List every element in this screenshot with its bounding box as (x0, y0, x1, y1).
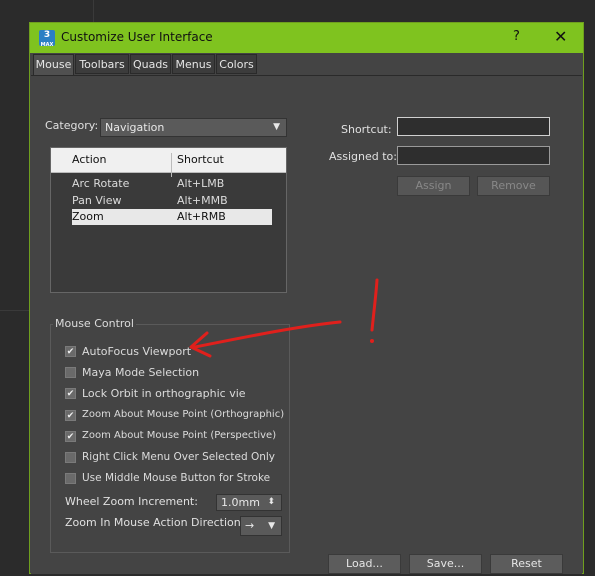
red-annotation-arrow (189, 278, 379, 358)
